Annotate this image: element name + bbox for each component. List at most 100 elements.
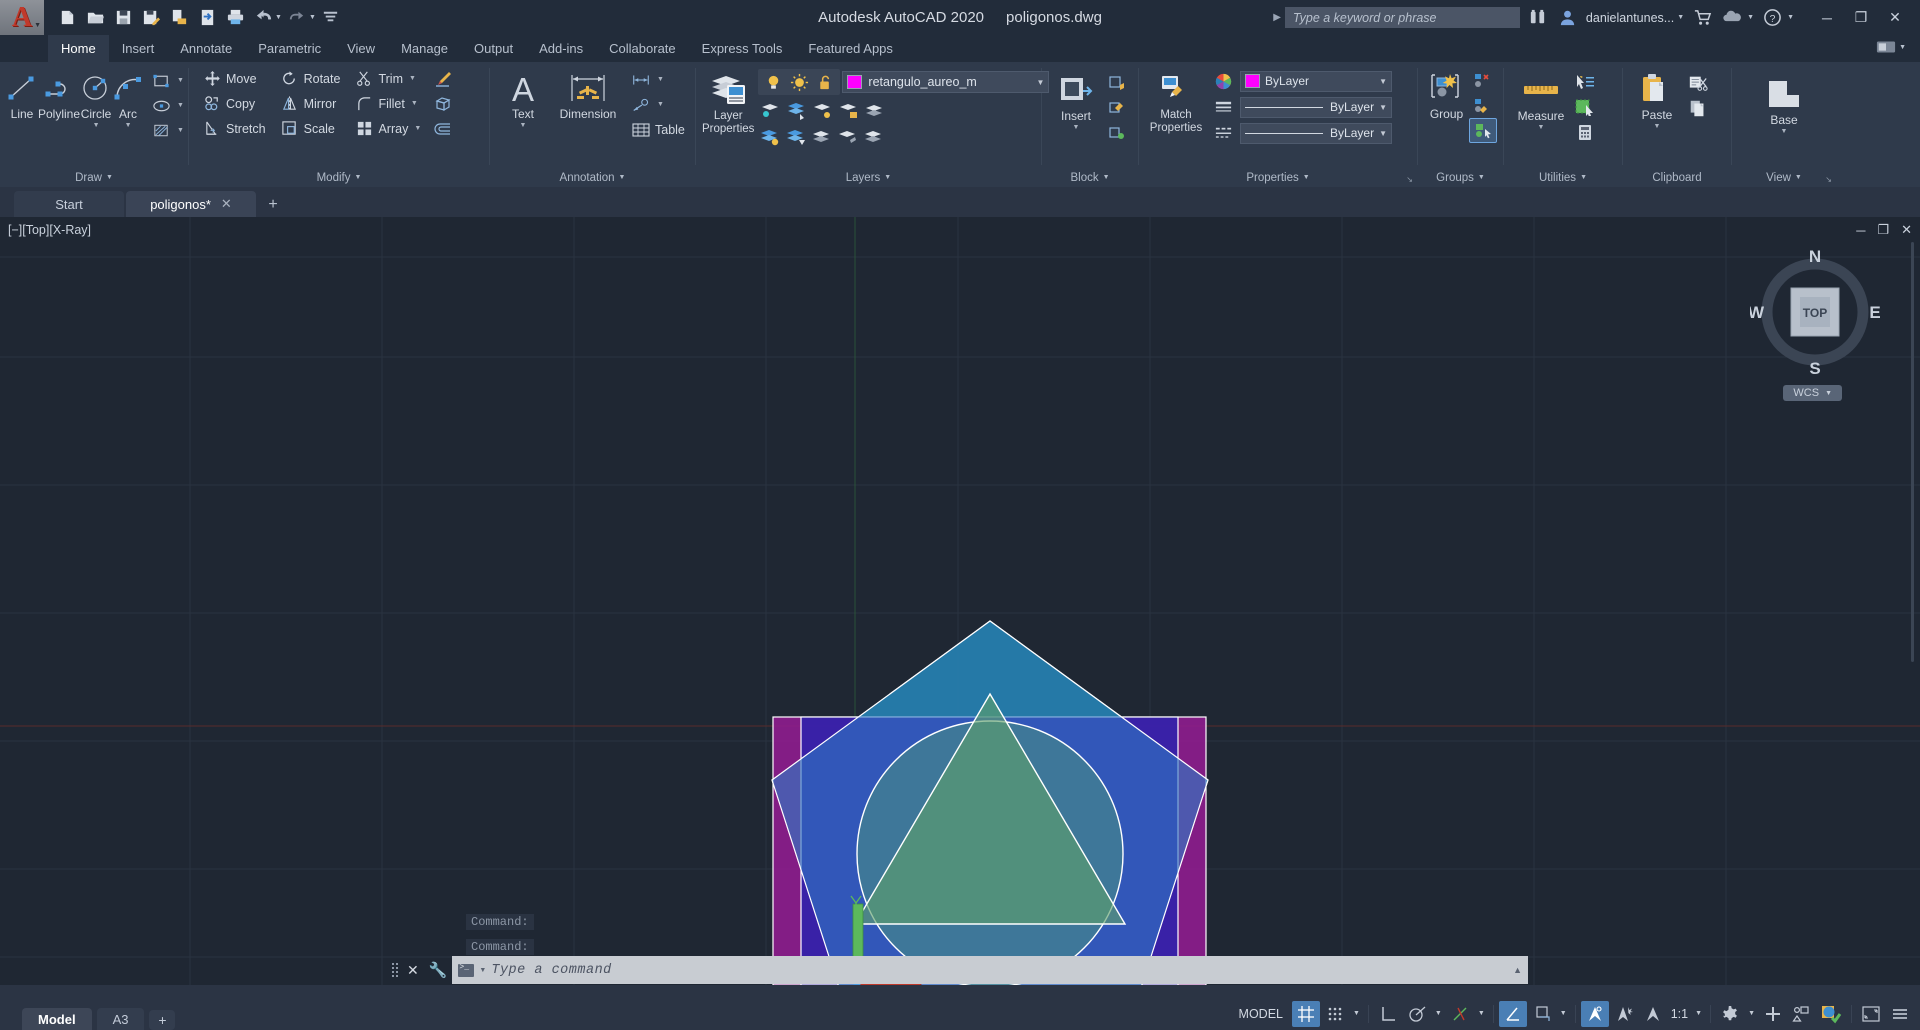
panel-title-modify[interactable]: Modify ▼ (189, 168, 489, 187)
array-dropdown-icon[interactable]: ▼ (414, 125, 421, 132)
panel-title-block[interactable]: Block ▼ (1042, 168, 1138, 187)
wrench-icon[interactable]: 🔧 (424, 961, 453, 979)
chevron-down-icon[interactable]: ▼ (479, 967, 486, 974)
chevron-down-icon[interactable]: ▼ (354, 174, 361, 181)
rectangle-dropdown-icon[interactable]: ▼ (177, 77, 184, 84)
sheet-set-icon[interactable] (166, 5, 192, 31)
search-input[interactable] (1284, 7, 1520, 28)
polar-tracking-toggle[interactable] (1403, 1001, 1431, 1027)
hatch-dropdown-icon[interactable]: ▼ (177, 127, 184, 134)
chevron-down-icon[interactable]: ▼ (1379, 77, 1387, 86)
chevron-down-icon[interactable]: ▼ (106, 174, 113, 181)
ungroup-button[interactable] (1469, 68, 1497, 93)
move-button[interactable]: Move (199, 66, 269, 91)
snap-mode-toggle[interactable] (1321, 1001, 1349, 1027)
layer-off-icon[interactable] (810, 99, 834, 123)
array-button[interactable]: Array ▼ (351, 116, 424, 141)
close-button[interactable]: ✕ (1878, 0, 1912, 35)
viewcube[interactable]: TOP N S E W (1750, 247, 1880, 377)
circle-dropdown-icon[interactable]: ▼ (93, 122, 100, 129)
ellipse-button[interactable]: ▼ (148, 93, 187, 118)
ortho-mode-toggle[interactable] (1374, 1001, 1402, 1027)
annotation-scale-label[interactable]: 1:1 (1668, 1007, 1691, 1021)
minimize-button[interactable]: ─ (1810, 0, 1844, 35)
chevron-down-icon[interactable]: ▼ (1379, 103, 1387, 112)
rotate-button[interactable]: Rotate (277, 66, 344, 91)
hatch-button[interactable]: ▼ (148, 118, 187, 143)
panel-title-draw[interactable]: Draw ▼ (0, 168, 188, 187)
panel-title-view[interactable]: View ▼ (1732, 168, 1836, 187)
grid-display-toggle[interactable] (1291, 1000, 1320, 1027)
command-input[interactable]: ▼ Type a command ▲ (452, 956, 1528, 984)
help-menu-chevron-down-icon[interactable]: ▼ (1787, 14, 1794, 21)
chevron-down-icon[interactable]: ▼ (1303, 174, 1310, 181)
panel-title-groups[interactable]: Groups ▼ (1418, 168, 1503, 187)
measure-button[interactable]: Measure ▼ (1510, 68, 1572, 131)
define-attributes-button[interactable] (1104, 120, 1130, 145)
undo-dropdown-icon[interactable]: ▼ (275, 14, 282, 21)
polar-dropdown-icon[interactable]: ▼ (1432, 1010, 1445, 1017)
mirror-button[interactable]: Mirror (277, 91, 344, 116)
offset-button[interactable] (430, 116, 456, 141)
ribbon-tab-featured-apps[interactable]: Featured Apps (795, 35, 906, 62)
properties-dialog-launcher-icon[interactable]: ↘ (1406, 175, 1413, 184)
object-color-combo[interactable]: ByLayer ▼ (1240, 70, 1392, 92)
workspace-chevron-down-icon[interactable]: ▼ (1899, 44, 1906, 51)
layer-walk-icon[interactable] (862, 125, 886, 149)
cloud-sync-icon[interactable] (1720, 6, 1744, 30)
group-edit-button[interactable] (1469, 93, 1497, 118)
quick-calculator-select-button[interactable] (1572, 95, 1598, 120)
autoscale-toggle[interactable] (1610, 1001, 1638, 1027)
polyline-button[interactable]: Polyline (38, 66, 80, 121)
help-icon[interactable]: ? (1760, 6, 1784, 30)
line-button[interactable]: Line (6, 66, 38, 121)
object-snap-tracking-toggle[interactable] (1446, 1001, 1474, 1027)
copy-clip-button[interactable] (1685, 96, 1711, 121)
chevron-down-icon[interactable]: ▼ (619, 174, 626, 181)
file-tab-start[interactable]: Start (14, 191, 124, 217)
view-dialog-launcher-icon[interactable]: ↘ (1825, 175, 1832, 184)
text-dropdown-icon[interactable]: ▼ (520, 122, 527, 129)
chevron-down-icon[interactable]: ▼ (1795, 174, 1802, 181)
drawing-canvas[interactable]: [−][Top][X-Ray] ─ ❐ ✕ TOP N S E W WCS ▼ … (0, 217, 1920, 985)
workspace-switching-icon[interactable] (1716, 1001, 1744, 1027)
linear-dimension-button[interactable]: ▼ (628, 67, 688, 92)
lightbulb-on-icon[interactable] (761, 70, 785, 94)
measure-dropdown-icon[interactable]: ▼ (1538, 124, 1545, 131)
chevron-down-icon[interactable]: ▼ (1478, 174, 1485, 181)
layer-previous-icon[interactable] (784, 125, 808, 149)
ribbon-tab-collaborate[interactable]: Collaborate (596, 35, 689, 62)
ribbon-tab-output[interactable]: Output (461, 35, 526, 62)
arc-dropdown-icon[interactable]: ▼ (125, 122, 132, 129)
customization-menu-icon[interactable] (1886, 1001, 1914, 1027)
trim-button[interactable]: Trim ▼ (351, 66, 424, 91)
group-selection-on-button[interactable] (1469, 118, 1497, 143)
paste-dropdown-icon[interactable]: ▼ (1654, 123, 1661, 130)
match-properties-button[interactable]: Match Properties (1145, 67, 1207, 134)
ellipse-dropdown-icon[interactable]: ▼ (177, 102, 184, 109)
new-tab-button[interactable]: + (258, 193, 288, 217)
ribbon-tab-addins[interactable]: Add-ins (526, 35, 596, 62)
scale-button[interactable]: Scale (277, 116, 344, 141)
chevron-down-icon[interactable]: ▼ (1103, 174, 1110, 181)
paste-button[interactable]: Paste ▼ (1629, 67, 1685, 130)
file-tab-poligonos[interactable]: poligonos* ✕ (126, 191, 256, 217)
panel-title-properties[interactable]: Properties ▼ (1139, 168, 1417, 187)
panel-title-layers[interactable]: Layers ▼ (696, 168, 1041, 187)
table-button[interactable]: Table (628, 117, 688, 142)
chevron-down-icon[interactable]: ▼ (1580, 174, 1587, 181)
clean-screen-icon[interactable] (1857, 1001, 1885, 1027)
viewport-controls-label[interactable]: [−][Top][X-Ray] (8, 223, 91, 237)
ribbon-tab-view[interactable]: View (334, 35, 388, 62)
linetype-combo[interactable]: ByLayer ▼ (1240, 122, 1392, 144)
ribbon-tab-manage[interactable]: Manage (388, 35, 461, 62)
user-account-label[interactable]: danielantunes... (1586, 11, 1674, 25)
layout-tab-a3[interactable]: A3 (96, 1008, 145, 1030)
insert-block-button[interactable]: Insert ▼ (1048, 68, 1104, 131)
annotation-scale-dropdown-icon[interactable]: ▼ (1692, 1010, 1705, 1017)
new-icon[interactable] (54, 5, 80, 31)
lineweight-combo[interactable]: ByLayer ▼ (1240, 96, 1392, 118)
annotation-scale-change-toggle[interactable] (1639, 1001, 1667, 1027)
space-label[interactable]: MODEL (1231, 1007, 1291, 1021)
trim-dropdown-icon[interactable]: ▼ (409, 75, 416, 82)
